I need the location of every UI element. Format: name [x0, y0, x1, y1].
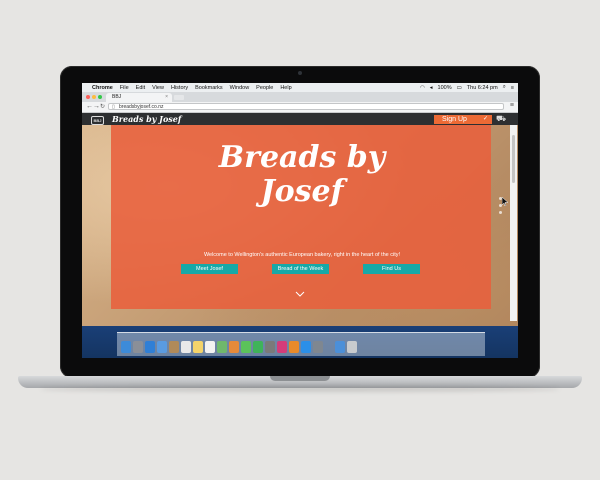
- trash-icon[interactable]: [347, 341, 357, 353]
- contacts-icon[interactable]: [169, 341, 179, 353]
- minimize-window-icon[interactable]: [92, 95, 96, 99]
- find-us-button[interactable]: Find Us: [363, 264, 420, 274]
- notification-center-icon[interactable]: ≡: [511, 85, 514, 91]
- reload-icon[interactable]: ↻: [100, 103, 105, 111]
- laptop-notch: [270, 376, 330, 381]
- laptop-shadow: [40, 386, 560, 392]
- menu-item-help[interactable]: Help: [280, 85, 291, 91]
- battery-status[interactable]: 100%: [438, 85, 452, 91]
- menu-item-file[interactable]: File: [120, 85, 129, 91]
- wifi-icon[interactable]: ◠: [420, 85, 425, 91]
- search-icon[interactable]: ⌕: [503, 84, 506, 91]
- facetime-icon[interactable]: [253, 341, 263, 353]
- scroll-down-chevron-icon[interactable]: [295, 289, 305, 299]
- app-store-icon[interactable]: [301, 341, 311, 353]
- chrome-icon[interactable]: [335, 341, 345, 353]
- site-nav-bar: BBJ Breads by Josef Sign Up ✓ ⛟: [82, 113, 518, 125]
- bread-of-the-week-button[interactable]: Bread of the Week: [272, 264, 329, 274]
- sign-up-label: Sign Up: [442, 116, 467, 123]
- menu-item-window[interactable]: Window: [230, 85, 250, 91]
- close-window-icon[interactable]: [86, 95, 90, 99]
- volume-icon[interactable]: ◂: [430, 85, 433, 91]
- forward-icon[interactable]: →: [93, 103, 100, 111]
- back-icon[interactable]: ←: [86, 103, 93, 111]
- itunes-icon[interactable]: [277, 341, 287, 353]
- section-dot[interactable]: [499, 211, 502, 214]
- new-tab-button[interactable]: [174, 95, 184, 100]
- tab-title: BBJ: [112, 94, 122, 100]
- safari-icon[interactable]: [145, 341, 155, 353]
- browser-toolbar: ← → ↻ ▯ breadsbyjosef.co.nz ≡: [82, 102, 518, 113]
- launchpad-icon[interactable]: [133, 341, 143, 353]
- tab-strip: BBJ ×: [82, 92, 518, 102]
- battery-icon: ▭: [456, 84, 462, 91]
- sign-up-button[interactable]: Sign Up ✓: [434, 115, 492, 124]
- ibooks-icon[interactable]: [289, 341, 299, 353]
- calendar-icon[interactable]: [181, 341, 191, 353]
- menu-item-history[interactable]: History: [171, 85, 188, 91]
- website: BBJ Breads by Josef Sign Up ✓ ⛟ Breads b…: [82, 113, 518, 358]
- page-icon: ▯: [112, 104, 115, 110]
- browser-tab[interactable]: BBJ ×: [106, 93, 172, 102]
- chrome-menu-icon[interactable]: ≡: [510, 102, 514, 109]
- scrollbar-thumb[interactable]: [512, 135, 515, 183]
- menu-item-edit[interactable]: Edit: [136, 85, 145, 91]
- address-bar[interactable]: ▯ breadsbyjosef.co.nz: [108, 103, 504, 110]
- hero-title: Breads by Josef: [218, 140, 386, 209]
- logo-badge[interactable]: BBJ: [91, 116, 104, 125]
- menu-item-view[interactable]: View: [152, 85, 164, 91]
- menu-item-chrome[interactable]: Chrome: [92, 85, 113, 91]
- photo-booth-icon[interactable]: [265, 341, 275, 353]
- reminders-icon[interactable]: [205, 341, 215, 353]
- menu-item-people[interactable]: People: [256, 85, 273, 91]
- finder-icon[interactable]: [121, 341, 131, 353]
- photos-icon[interactable]: [229, 341, 239, 353]
- messages-icon[interactable]: [241, 341, 251, 353]
- camera: [298, 71, 302, 75]
- menu-item-bookmarks[interactable]: Bookmarks: [195, 85, 223, 91]
- window-controls: [86, 95, 102, 99]
- notes-icon[interactable]: [193, 341, 203, 353]
- screen: Chrome File Edit View History Bookmarks …: [82, 83, 518, 358]
- checkmark-icon: ✓: [482, 116, 488, 122]
- maps-icon[interactable]: [217, 341, 227, 353]
- hero-tagline: Welcome to Wellington's authentic Europe…: [203, 252, 401, 258]
- cart-icon[interactable]: ⛟: [496, 114, 506, 124]
- site-logo-text[interactable]: Breads by Josef: [112, 113, 181, 125]
- system-preferences-icon[interactable]: [313, 341, 323, 353]
- meet-josef-button[interactable]: Meet Josef: [181, 264, 238, 274]
- close-tab-icon[interactable]: ×: [165, 93, 168, 102]
- url-text: breadsbyjosef.co.nz: [119, 104, 164, 110]
- mouse-cursor-icon: [502, 197, 508, 206]
- clock[interactable]: Thu 6:24 pm: [467, 85, 498, 91]
- mail-icon[interactable]: [157, 341, 167, 353]
- zoom-window-icon[interactable]: [98, 95, 102, 99]
- mac-dock: [117, 332, 485, 356]
